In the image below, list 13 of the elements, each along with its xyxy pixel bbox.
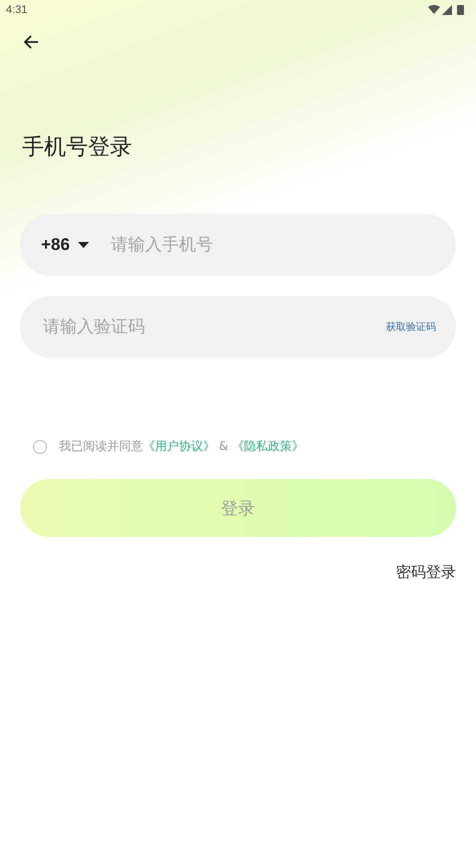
back-arrow-icon[interactable] xyxy=(23,34,39,50)
privacy-policy-link[interactable]: 《隐私政策》 xyxy=(232,439,304,453)
agreement-checkbox[interactable] xyxy=(33,440,47,454)
caret-icon xyxy=(78,242,89,248)
code-field[interactable]: 请输入验证码 获取验证码 xyxy=(20,296,456,358)
agreement-text: 我已阅读并同意《用户协议》 & 《隐私政策》 xyxy=(59,438,304,455)
page-title: 手机号登录 xyxy=(22,134,132,162)
status-time: 4:31 xyxy=(6,4,28,16)
phone-field[interactable]: +86 请输入手机号 xyxy=(20,214,456,276)
get-code-link[interactable]: 获取验证码 xyxy=(386,320,436,334)
password-login-link[interactable]: 密码登录 xyxy=(396,563,456,582)
user-agreement-link[interactable]: 《用户协议》 xyxy=(143,439,215,453)
country-code-selector[interactable]: +86 xyxy=(41,235,89,255)
